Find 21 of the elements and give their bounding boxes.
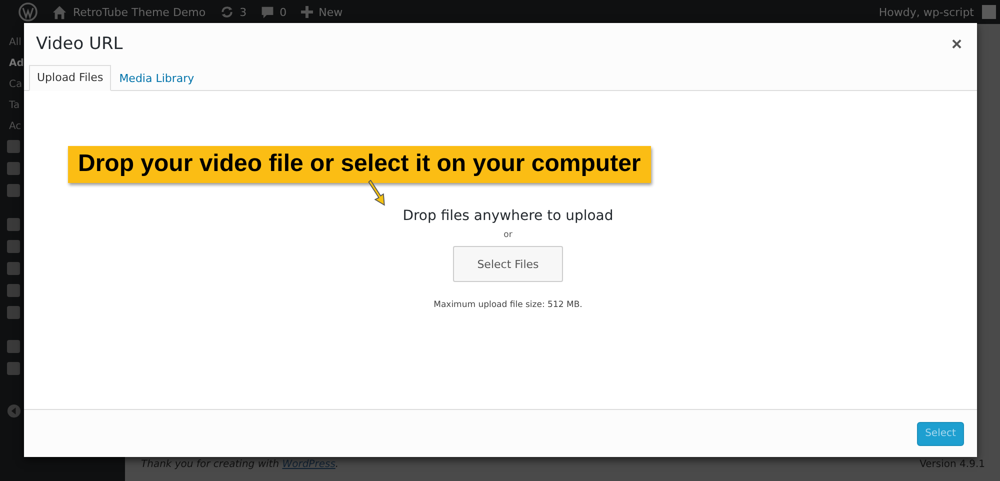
close-button[interactable]: × — [948, 34, 965, 54]
site-name-link[interactable]: RetroTube Theme Demo — [73, 6, 206, 18]
plus-icon[interactable] — [300, 6, 313, 18]
drop-instructions: Drop files anywhere to upload — [402, 208, 614, 224]
avatar-icon[interactable] — [982, 5, 996, 19]
arrow-icon — [366, 180, 388, 208]
max-size-text: Maximum upload file size: 512 MB. — [434, 300, 582, 310]
or-text: or — [504, 230, 512, 240]
select-files-button[interactable]: Select Files — [453, 246, 563, 282]
tab[interactable]: Upload Files — [29, 65, 112, 91]
greeting-link[interactable]: Howdy, wp-script — [878, 6, 974, 18]
new-link[interactable]: New — [318, 6, 343, 18]
updates-count[interactable]: 3 — [240, 6, 247, 18]
collapse-icon[interactable] — [7, 404, 21, 418]
modal-title: Video URL — [36, 34, 123, 54]
wordpress-logo-icon[interactable] — [18, 2, 38, 22]
refresh-icon[interactable] — [220, 5, 234, 19]
home-icon[interactable] — [52, 4, 67, 20]
callout-banner: Drop your video file or select it on your computer — [68, 146, 651, 183]
comments-count[interactable]: 0 — [280, 6, 287, 18]
tab[interactable]: Media Library — [111, 66, 202, 91]
